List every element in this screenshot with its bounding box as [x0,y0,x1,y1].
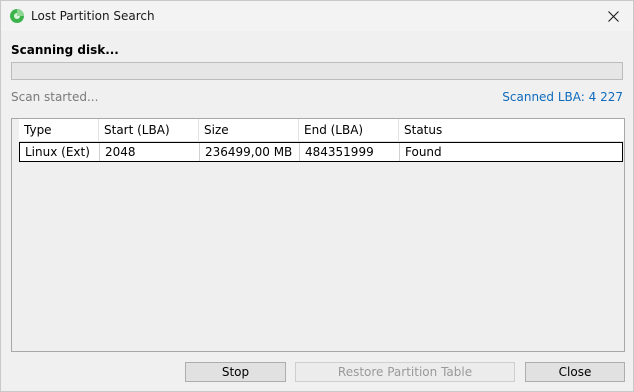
list-header: Type Start (LBA) Size End (LBA) Status [19,119,624,142]
column-header-end[interactable]: End (LBA) [299,119,399,141]
close-icon[interactable] [593,1,633,31]
scan-heading: Scanning disk... [11,43,119,57]
lost-partition-search-window: Lost Partition Search Scanning disk... S… [0,0,634,392]
title-bar: Lost Partition Search [1,1,633,31]
column-header-type[interactable]: Type [19,119,99,141]
restore-partition-table-button[interactable]: Restore Partition Table [295,362,515,382]
column-header-status[interactable]: Status [399,119,625,141]
scan-status-text: Scan started... [11,90,99,104]
cell-start-lba: 2048 [100,143,200,161]
window-title: Lost Partition Search [31,9,155,23]
partition-list[interactable]: Type Start (LBA) Size End (LBA) Status L… [11,118,625,352]
cell-status: Found [405,145,442,159]
cell-size: 236499,00 MB [200,143,300,161]
stop-button[interactable]: Stop [185,362,286,382]
column-header-size[interactable]: Size [199,119,299,141]
cell-end-lba: 484351999 [300,143,400,161]
partition-row[interactable]: Linux (Ext) 2048 236499,00 MB 484351999 … [19,142,623,162]
scanned-lba-counter: Scanned LBA: 4 227 [502,90,623,104]
scan-progress-bar [11,62,623,80]
column-header-start[interactable]: Start (LBA) [99,119,199,141]
partition-app-icon [10,9,24,23]
close-button[interactable]: Close [525,362,625,382]
cell-type: Linux (Ext) [20,143,100,161]
